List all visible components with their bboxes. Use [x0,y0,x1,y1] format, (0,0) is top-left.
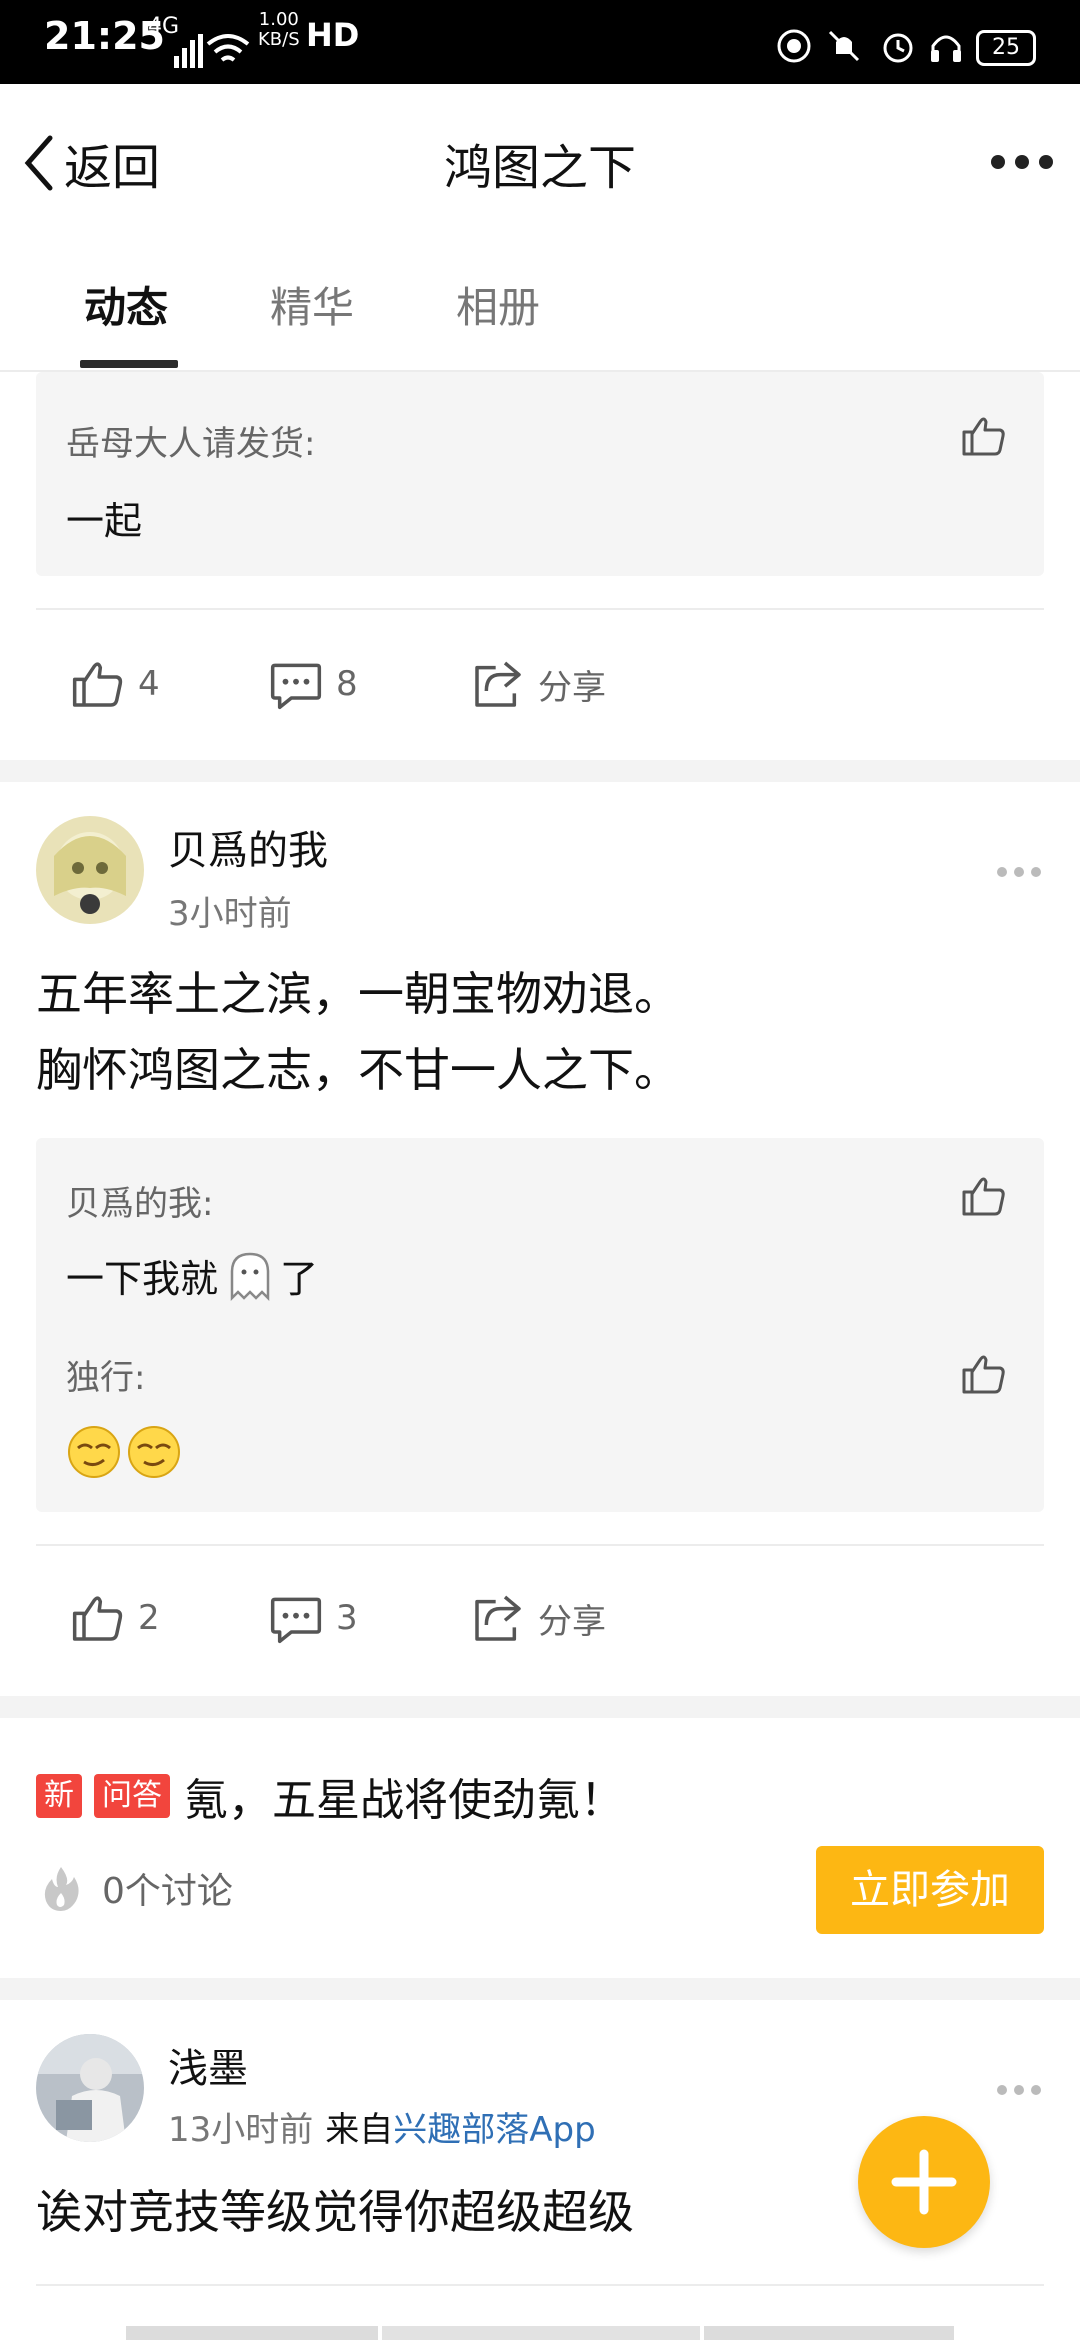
page-title: 鸿图之下 [443,140,636,196]
comment-count: 8 [336,664,358,704]
thumbs-up-icon [72,1596,123,1641]
signal-icon [174,34,203,68]
data-saver-icon [777,29,811,63]
top-nav-bar: 返回 鸿图之下 [0,84,1080,234]
alarm-icon [883,33,913,63]
thumbs-up-icon [72,662,123,707]
post-image-thumb[interactable] [382,2326,700,2340]
ghost-emoji-icon [230,1252,270,1302]
comment-emoji-row [66,1424,182,1480]
post-time: 3小时前 [168,894,292,934]
comment-author[interactable]: 贝爲的我: [66,1176,213,1225]
comment-like-icon[interactable] [960,1350,1008,1398]
comment-author[interactable]: 岳母大人请发货: [66,416,315,465]
section-gap [0,1978,1080,2000]
active-tab-indicator [80,360,178,368]
comment-author[interactable]: 独行: [66,1350,145,1399]
tag-qa: 问答 [94,1774,170,1818]
comment-like-icon[interactable] [960,412,1008,460]
create-post-button[interactable] [858,2116,990,2248]
comment-text: 一下我就 了 [66,1246,318,1304]
post-author[interactable]: 贝爲的我 [168,818,328,876]
comment-count: 3 [336,1598,358,1638]
tab-activity[interactable]: 动态 [84,274,168,335]
comment-button[interactable]: 8 [268,652,358,716]
comment-text-part: 一下我就 [66,1256,219,1301]
status-time: 21:25 [44,14,165,58]
plus-icon [891,2149,957,2215]
like-button[interactable]: 4 [70,652,160,716]
mute-icon [828,30,860,62]
smirk-emoji-icon [128,1426,180,1478]
post-content-line: 五年率土之滨，一朝宝物劝退。 [36,967,680,1021]
speed-unit: KB/S [258,29,300,50]
battery-indicator: 25 [976,30,1036,66]
avatar-anime-girl [36,816,144,924]
like-count: 4 [138,664,160,704]
tab-highlights[interactable]: 精华 [270,274,354,335]
qa-discussion-count: 0个讨论 [36,1860,233,1916]
post-author[interactable]: 浅墨 [168,2036,248,2094]
post-meta: 13小时前 来自 兴趣部落App [168,2102,596,2151]
divider [36,1544,1044,1546]
share-button[interactable]: 分享 [470,652,606,716]
divider [36,608,1044,610]
join-now-button[interactable]: 立即参加 [816,1846,1044,1934]
hd-indicator: HD [306,16,360,54]
comment-button[interactable]: 3 [268,1586,358,1650]
comment-text-part: 了 [280,1256,319,1301]
tag-new: 新 [36,1774,82,1818]
post-content-line: 胸怀鸿图之志，不甘一人之下。 [36,1043,680,1097]
comment-text: 一起 [66,499,143,543]
share-label: 分享 [538,667,606,708]
post-image-thumb[interactable] [126,2326,378,2340]
share-icon [475,1595,521,1641]
post-content[interactable]: 五年率土之滨，一朝宝物劝退。 胸怀鸿图之志，不甘一人之下。 [36,956,1036,1108]
comment-icon [270,1597,322,1644]
comment-box: 岳母大人请发货: 一起 [36,372,1044,576]
avatar-photo [36,2034,144,2142]
like-button[interactable]: 2 [70,1586,160,1650]
tab-album[interactable]: 相册 [456,274,540,335]
like-count: 2 [138,1598,160,1638]
divider [36,2284,1044,2286]
post-more-icon[interactable] [996,866,1042,878]
comment-like-icon[interactable] [960,1172,1008,1220]
headphones-icon [931,35,961,62]
flame-icon [44,1867,79,1911]
qa-title-row[interactable]: 新 问答 氪，五星战将使劲氪！ [36,1764,624,1828]
share-icon [475,661,521,707]
source-app-link[interactable]: 兴趣部落App [393,2102,595,2151]
status-bar: 21:25 4G 1.00 KB/S HD 25 [0,0,1080,84]
section-gap [0,1696,1080,1718]
discussion-count: 0个讨论 [102,1871,233,1912]
post-more-icon[interactable] [996,2084,1042,2096]
tab-bar: 动态 精华 相册 [0,234,1080,372]
section-gap [0,760,1080,782]
share-label: 分享 [538,1601,606,1642]
share-button[interactable]: 分享 [470,1586,606,1650]
post-image-thumb[interactable] [704,2326,954,2340]
wifi-icon [206,34,250,62]
avatar[interactable] [36,2034,144,2142]
comment-box: 贝爲的我: 一下我就 了 独行: [36,1138,1044,1512]
post-time: 13小时前 [168,2110,314,2150]
smirk-emoji-icon [68,1426,120,1478]
speed-value: 1.00 [258,9,299,30]
post-content[interactable]: 诶对竞技等级觉得你超级超级 [36,2174,634,2250]
more-options-icon[interactable] [988,142,1058,182]
source-prefix: 来自 [325,2110,394,2150]
avatar[interactable] [36,816,144,924]
qa-title: 氪，五星战将使劲氪！ [184,1775,624,1826]
network-speed: 1.00 KB/S [258,10,300,50]
comment-icon [270,663,322,710]
